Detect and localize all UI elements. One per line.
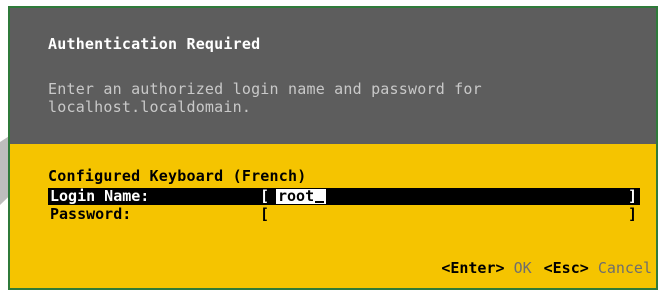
message-line-1: Enter an authorized login name and passw… <box>48 80 482 98</box>
login-name-field[interactable]: root <box>276 187 327 205</box>
password-bracket-open: [ <box>260 205 270 223</box>
login-name-row[interactable]: Login Name: [ root ] <box>48 188 640 205</box>
keyboard-layout-label: Configured Keyboard (French) <box>48 167 307 185</box>
login-name-value: root <box>278 187 315 205</box>
password-bracket-close: ] <box>628 205 638 223</box>
password-row[interactable]: Password: [ ] <box>48 206 640 223</box>
enter-key-label: <Enter> <box>441 259 505 277</box>
text-cursor <box>315 201 325 203</box>
dialog-title: Authentication Required <box>48 35 261 53</box>
cancel-button[interactable]: <Esc> Cancel <box>544 259 652 277</box>
cancel-action-label: Cancel <box>597 259 652 277</box>
login-bracket-close: ] <box>628 187 638 205</box>
dialog-footer: <Enter> OK <Esc> Cancel <box>441 259 652 277</box>
message-line-2: localhost.localdomain. <box>48 98 252 116</box>
password-label: Password: <box>50 205 132 223</box>
esc-key-label: <Esc> <box>543 259 589 277</box>
ok-button[interactable]: <Enter> OK <box>441 259 531 277</box>
dialog-header <box>10 8 656 144</box>
login-bracket-open: [ <box>260 187 270 205</box>
authentication-dialog: Authentication Required Enter an authori… <box>8 6 658 290</box>
screen: Authentication Required Enter an authori… <box>0 0 661 293</box>
ok-action-label: OK <box>513 259 532 277</box>
dialog-message: Enter an authorized login name and passw… <box>48 80 482 116</box>
login-name-label: Login Name: <box>50 187 150 205</box>
